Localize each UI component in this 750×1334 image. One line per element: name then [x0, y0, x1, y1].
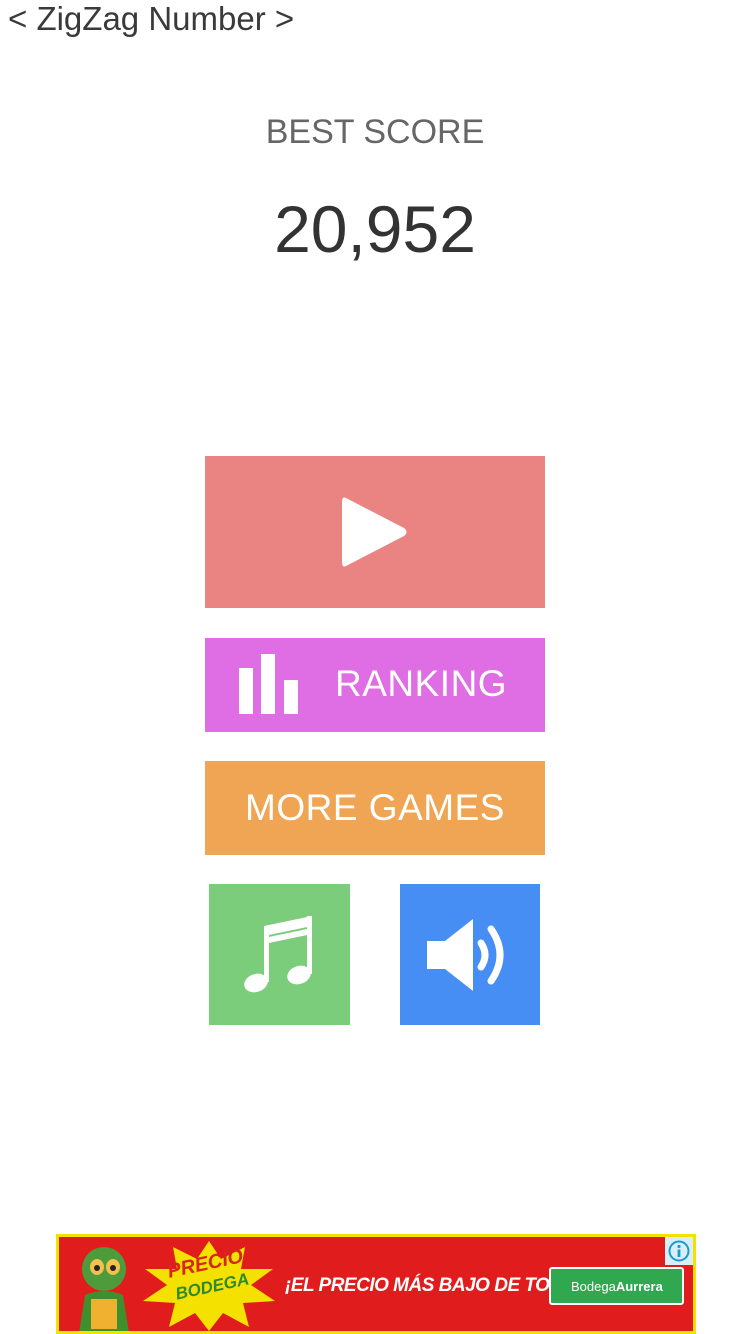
play-icon	[342, 497, 407, 567]
best-score-label: BEST SCORE	[265, 113, 485, 151]
main-menu-screen: < ZigZag Number > BEST SCORE 20,952 RANK…	[0, 0, 750, 1334]
ad-info-button[interactable]	[665, 1237, 693, 1265]
ranking-label: RANKING	[335, 663, 508, 704]
ranking-button[interactable]: RANKING	[205, 638, 545, 732]
mascot-image	[79, 1247, 129, 1331]
music-note-icon	[243, 915, 312, 992]
more-games-button[interactable]: MORE GAMES	[205, 761, 545, 855]
best-score-value: 20,952	[274, 192, 476, 266]
ad-banner[interactable]: PRECIO BODEGA ¡EL PRECIO MÁS BAJO DE TOD…	[56, 1234, 696, 1334]
speaker-icon	[427, 918, 504, 991]
app-title: < ZigZag Number >	[8, 0, 295, 37]
ad-logo-text-bold: Aurrera	[615, 1278, 663, 1294]
info-icon	[668, 1240, 690, 1262]
play-button[interactable]	[205, 456, 545, 608]
sound-toggle-button[interactable]	[400, 884, 540, 1025]
more-games-label: MORE GAMES	[245, 787, 505, 828]
ad-logo-text: Bodega	[571, 1278, 616, 1294]
bar-chart-icon	[239, 654, 298, 714]
music-toggle-button[interactable]	[209, 884, 350, 1025]
ad-brand-logo: Bodega Aurrera	[549, 1267, 684, 1305]
